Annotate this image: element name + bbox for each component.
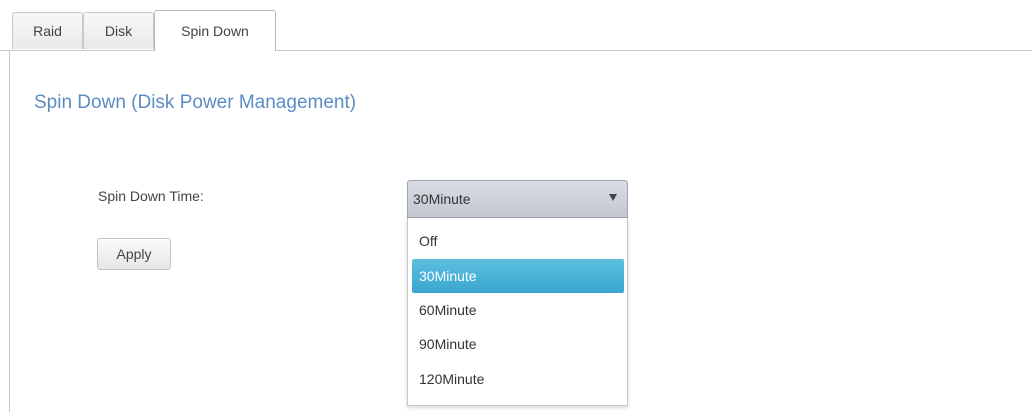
dropdown-option-30minute[interactable]: 30Minute: [412, 259, 624, 293]
content-panel-border: [9, 50, 10, 412]
apply-button[interactable]: Apply: [97, 238, 171, 270]
spin-down-time-select[interactable]: 30Minute: [407, 180, 628, 218]
spin-down-time-label: Spin Down Time:: [98, 188, 204, 204]
tab-bar: Raid Disk Spin Down: [0, 0, 1032, 51]
dropdown-option-90minute[interactable]: 90Minute: [412, 327, 624, 361]
dropdown-option-off[interactable]: Off: [412, 224, 624, 258]
triangle-down-icon[interactable]: [609, 194, 617, 201]
spin-down-page: Raid Disk Spin Down Spin Down (Disk Powe…: [0, 0, 1032, 412]
section-title: Spin Down (Disk Power Management): [34, 92, 357, 113]
select-selected-value: 30Minute: [413, 191, 471, 207]
dropdown-option-120minute[interactable]: 120Minute: [412, 362, 624, 396]
tab-spin-down[interactable]: Spin Down: [154, 10, 276, 51]
spin-down-time-dropdown: Off 30Minute 60Minute 90Minute 120Minute: [407, 218, 628, 406]
dropdown-option-60minute[interactable]: 60Minute: [412, 293, 624, 327]
tab-raid[interactable]: Raid: [12, 12, 83, 49]
tab-disk[interactable]: Disk: [83, 12, 154, 49]
